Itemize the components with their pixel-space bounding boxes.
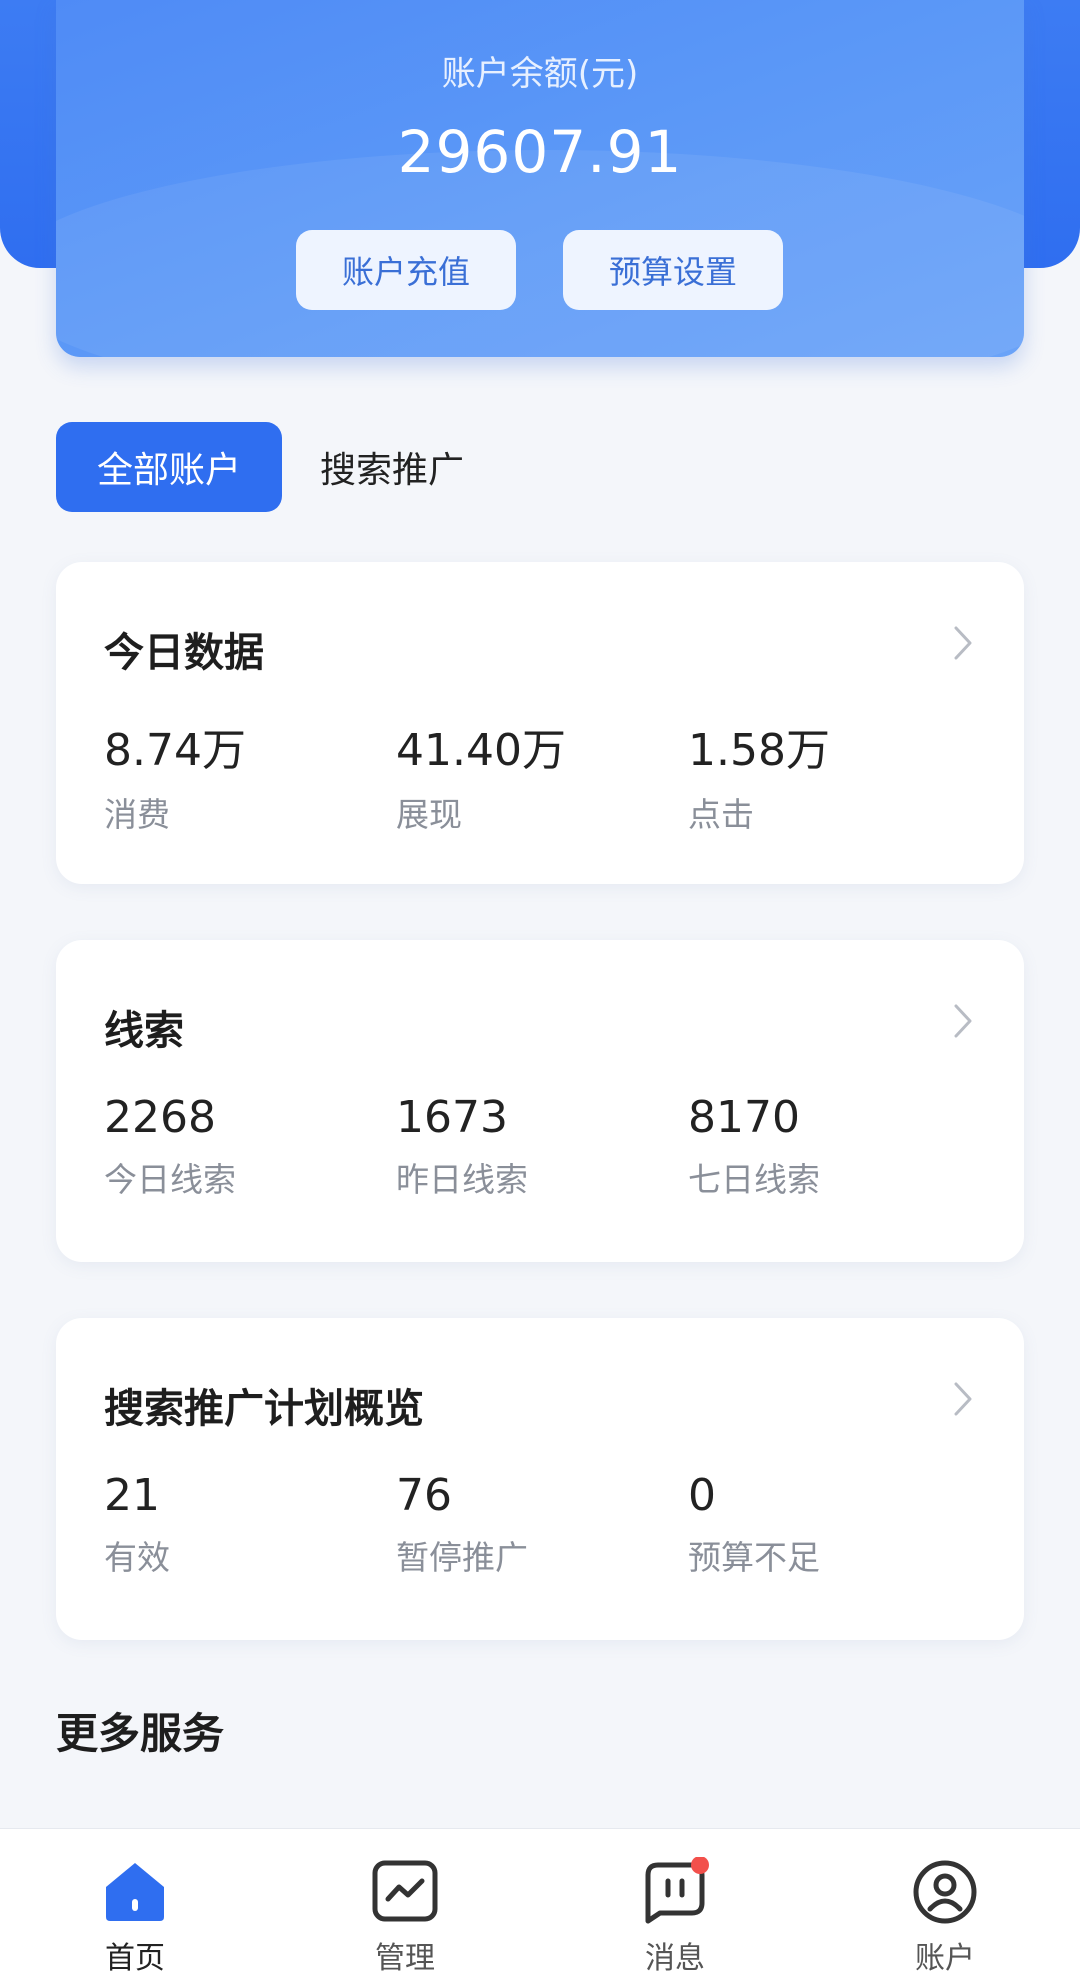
metric-spend: 8.74万 消费 [104,714,246,836]
message-icon [645,1857,709,1924]
clues-card[interactable]: 线索 2268 今日线索 1673 昨日线索 8170 七日线索 [56,940,1024,1262]
card-title: 线索 [104,1008,184,1054]
nav-label: 消息 [645,1941,705,1976]
metric-yesterday-clues: 1673 昨日线索 [396,1092,528,1201]
home-icon [106,1863,164,1921]
nav-item-manage[interactable]: 管理 [270,1829,540,1982]
today-data-card[interactable]: 今日数据 8.74万 消费 41.40万 展现 1.58万 点击 [56,562,1024,884]
metric-clicks: 1.58万 点击 [688,714,830,836]
metric-label: 今日线索 [104,1160,236,1199]
metric-budget-insufficient: 0 预算不足 [688,1470,820,1579]
metric-value: 21 [104,1470,160,1521]
balance-amount: 29607.91 [397,118,683,186]
metric-impressions: 41.40万 展现 [396,714,566,836]
metric-label: 七日线索 [688,1160,820,1199]
metric-paused-plans: 76 暂停推广 [396,1470,528,1579]
metric-active-plans: 21 有效 [104,1470,170,1579]
nav-item-home[interactable]: 首页 [0,1829,270,1982]
nav-item-account[interactable]: 账户 [810,1829,1080,1982]
metric-label: 暂停推广 [396,1538,528,1577]
chevron-right-icon [954,1382,972,1416]
nav-label: 首页 [105,1941,165,1976]
balance-label: 账户余额(元) [441,54,639,94]
card-title: 今日数据 [104,630,264,676]
metric-value: 8.74万 [104,725,246,776]
metric-label: 展现 [396,795,462,834]
metric-value: 1673 [396,1092,508,1143]
metric-value: 2268 [104,1092,216,1143]
nav-label: 管理 [375,1941,435,1976]
metric-label: 有效 [104,1538,170,1577]
chevron-right-icon [954,626,972,660]
section-title-more-services: 更多服务 [56,1709,225,1758]
metric-label: 昨日线索 [396,1160,528,1199]
app-screen: 账户余额(元) 29607.91 账户充值 预算设置 全部账户 搜索推广 今日数… [0,0,1080,1982]
budget-settings-button[interactable]: 预算设置 [563,230,783,310]
metric-label: 消费 [104,795,170,834]
nav-label: 账户 [915,1941,975,1976]
tab-all-accounts[interactable]: 全部账户 [56,422,282,512]
metric-value: 76 [396,1470,452,1521]
nav-item-messages[interactable]: 消息 [540,1829,810,1982]
recharge-button[interactable]: 账户充值 [296,230,516,310]
metric-value: 1.58万 [688,725,830,776]
metric-value: 0 [688,1470,716,1521]
bottom-navigation: 首页 管理 消息 账户 [0,1828,1080,1982]
account-tabs: 全部账户 搜索推广 [56,422,464,512]
chevron-right-icon [954,1004,972,1038]
balance-card: 账户余额(元) 29607.91 账户充值 预算设置 [56,0,1024,357]
metric-value: 8170 [688,1092,800,1143]
plans-overview-card[interactable]: 搜索推广计划概览 21 有效 76 暂停推广 0 预算不足 [56,1318,1024,1640]
card-title: 搜索推广计划概览 [104,1386,424,1432]
notification-badge [691,1857,709,1874]
metric-label: 点击 [688,795,754,834]
metric-label: 预算不足 [688,1538,820,1577]
chart-icon [372,1860,438,1922]
user-icon [913,1860,977,1924]
metric-today-clues: 2268 今日线索 [104,1092,236,1201]
metric-seven-day-clues: 8170 七日线索 [688,1092,820,1201]
tab-search-promotion[interactable]: 搜索推广 [320,441,464,493]
metric-value: 41.40万 [396,725,566,776]
